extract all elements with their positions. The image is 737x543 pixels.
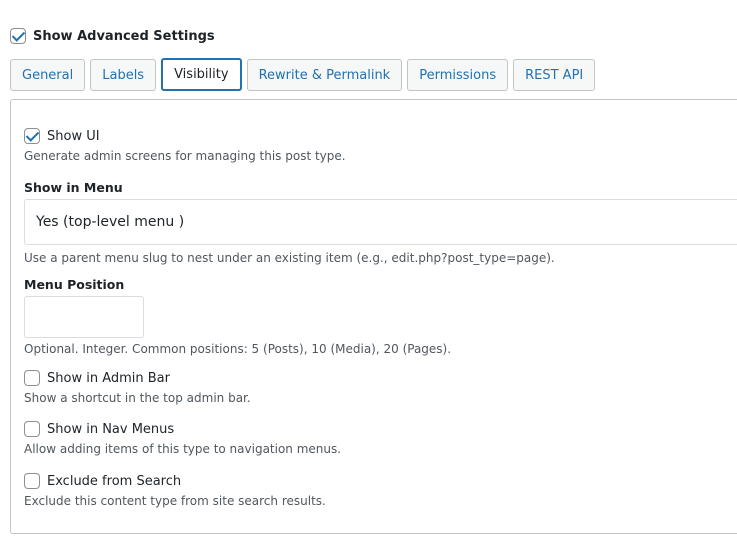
menu-position-title: Menu Position bbox=[24, 277, 125, 292]
settings-page: Show Advanced Settings General Labels Vi… bbox=[0, 0, 737, 543]
tab-labels[interactable]: Labels bbox=[90, 59, 157, 91]
show-ui-label: Show UI bbox=[47, 128, 100, 144]
show-in-admin-bar-help: Show a shortcut in the top admin bar. bbox=[24, 391, 251, 405]
show-in-admin-bar-field: Show in Admin Bar Show a shortcut in the… bbox=[24, 369, 251, 405]
show-in-admin-bar-checkbox[interactable] bbox=[24, 370, 40, 386]
show-ui-checkbox[interactable] bbox=[24, 128, 40, 144]
show-in-nav-menus-label: Show in Nav Menus bbox=[47, 421, 175, 437]
show-ui-field: Show UI Generate admin screens for manag… bbox=[24, 127, 346, 163]
advanced-settings-checkbox[interactable] bbox=[10, 28, 26, 44]
show-ui-row[interactable]: Show UI bbox=[24, 127, 346, 145]
show-in-nav-menus-help: Allow adding items of this type to navig… bbox=[24, 442, 342, 456]
menu-position-field: Menu Position Optional. Integer. Common … bbox=[24, 277, 451, 356]
show-in-menu-help: Use a parent menu slug to nest under an … bbox=[24, 251, 555, 265]
show-ui-help: Generate admin screens for managing this… bbox=[24, 149, 346, 163]
tab-permissions[interactable]: Permissions bbox=[407, 59, 509, 91]
exclude-from-search-checkbox[interactable] bbox=[24, 473, 40, 489]
tab-rewrite-permalink[interactable]: Rewrite & Permalink bbox=[246, 59, 403, 91]
exclude-from-search-label: Exclude from Search bbox=[47, 473, 182, 489]
show-in-nav-menus-checkbox[interactable] bbox=[24, 421, 40, 437]
exclude-from-search-field: Exclude from Search Exclude this content… bbox=[24, 472, 326, 508]
exclude-from-search-row[interactable]: Exclude from Search bbox=[24, 472, 326, 490]
exclude-from-search-help: Exclude this content type from site sear… bbox=[24, 494, 326, 508]
show-in-admin-bar-row[interactable]: Show in Admin Bar bbox=[24, 369, 251, 387]
show-in-admin-bar-label: Show in Admin Bar bbox=[47, 370, 170, 386]
tab-general[interactable]: General bbox=[10, 59, 86, 91]
menu-position-input[interactable] bbox=[24, 296, 144, 338]
show-in-menu-title: Show in Menu bbox=[24, 180, 123, 195]
settings-tabs: General Labels Visibility Rewrite & Perm… bbox=[10, 58, 600, 91]
show-in-nav-menus-row[interactable]: Show in Nav Menus bbox=[24, 420, 341, 438]
show-in-menu-value: Yes (top-level menu ) bbox=[36, 214, 185, 230]
show-in-nav-menus-field: Show in Nav Menus Allow adding items of … bbox=[24, 420, 341, 456]
tab-visibility[interactable]: Visibility bbox=[161, 58, 242, 91]
show-in-menu-field: Show in Menu Yes (top-level menu ) Use a… bbox=[24, 180, 737, 265]
show-in-menu-select[interactable]: Yes (top-level menu ) bbox=[24, 199, 737, 245]
menu-position-help: Optional. Integer. Common positions: 5 (… bbox=[24, 342, 452, 356]
tab-rest-api[interactable]: REST API bbox=[513, 59, 596, 91]
visibility-panel: Show UI Generate admin screens for manag… bbox=[10, 99, 737, 534]
advanced-settings-toggle[interactable]: Show Advanced Settings bbox=[10, 27, 215, 45]
advanced-settings-label: Show Advanced Settings bbox=[33, 28, 215, 44]
